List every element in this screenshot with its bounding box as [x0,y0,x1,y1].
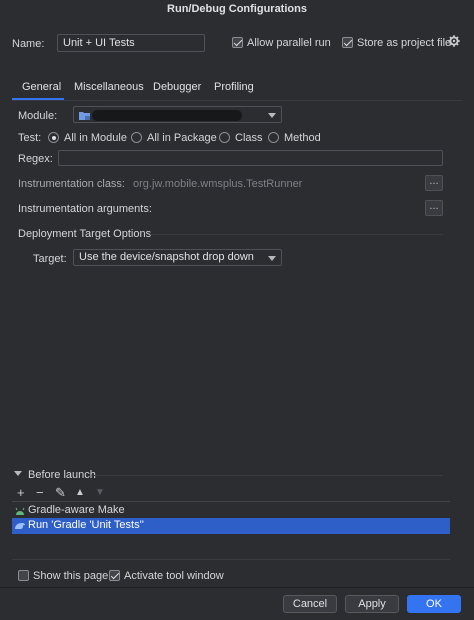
module-label: Module: [18,110,58,122]
show-page-checkbox[interactable] [18,570,29,581]
radio-all-in-package-label[interactable]: All in Package [147,132,217,144]
list-item-label: Run 'Gradle 'Unit Tests'' [28,519,144,531]
chevron-down-icon [268,113,276,118]
target-combo[interactable]: Use the device/snapshot drop down [73,249,282,266]
store-as-file-checkbox[interactable] [342,37,353,48]
footer-divider [0,587,474,588]
dialog-title: Run/Debug Configurations [0,0,474,18]
allow-parallel-label[interactable]: Allow parallel run [247,37,331,49]
tab-general[interactable]: General [12,80,64,100]
add-icon[interactable]: + [17,486,25,499]
apply-button[interactable]: Apply [345,595,399,613]
instrumentation-args-label: Instrumentation arguments: [18,203,152,215]
activate-tool-checkbox[interactable] [109,570,120,581]
android-icon [15,506,25,515]
radio-class[interactable] [219,132,230,143]
radio-all-in-package[interactable] [131,132,142,143]
instrumentation-class-label: Instrumentation class: [18,178,125,190]
edit-icon[interactable]: ✎ [55,486,66,499]
remove-icon[interactable]: − [36,486,44,499]
deployment-section-title: Deployment Target Options [18,228,152,240]
tab-miscellaneous[interactable]: Miscellaneous [74,80,144,100]
radio-method[interactable] [268,132,279,143]
target-label: Target: [33,253,67,265]
move-up-icon[interactable]: ▲ [75,487,85,499]
radio-method-label[interactable]: Method [284,132,321,144]
cancel-button[interactable]: Cancel [283,595,337,613]
activate-tool-label[interactable]: Activate tool window [124,570,224,582]
collapse-chevron-icon[interactable] [14,471,22,476]
target-combo-value: Use the device/snapshot drop down [79,251,254,263]
deployment-divider [150,234,443,235]
allow-parallel-checkbox[interactable] [232,37,243,48]
gradle-icon [14,521,26,531]
instrumentation-args-browse-button[interactable]: ... [425,200,443,216]
show-page-label[interactable]: Show this page [33,570,108,582]
ok-button[interactable]: OK [407,595,461,613]
run-debug-dialog: Run/Debug Configurations Name: Unit + UI… [0,0,474,620]
list-item[interactable]: Run 'Gradle 'Unit Tests'' [12,518,450,534]
radio-all-in-module-label[interactable]: All in Module [64,132,127,144]
before-launch-list-top-border [12,501,450,502]
tab-debugger[interactable]: Debugger [153,80,201,100]
list-item-label: Gradle-aware Make [28,504,125,516]
instrumentation-class-browse-button[interactable]: ... [425,175,443,191]
name-label: Name: [12,38,45,50]
name-input-value: Unit + UI Tests [63,37,135,49]
regex-label: Regex: [18,153,53,165]
test-label: Test: [18,132,42,144]
module-folder-icon [79,110,90,120]
regex-input[interactable] [58,150,443,166]
move-down-icon: ▼ [95,487,105,498]
radio-all-in-module[interactable] [48,132,59,143]
name-input[interactable]: Unit + UI Tests [57,34,205,52]
before-launch-divider [94,475,443,476]
list-item[interactable]: Gradle-aware Make [12,503,450,519]
chevron-down-icon [268,256,276,261]
store-as-file-label[interactable]: Store as project file [357,37,451,49]
radio-class-label[interactable]: Class [235,132,263,144]
module-value-redacted [92,110,242,121]
gear-icon[interactable] [448,35,460,47]
before-launch-list-body [12,534,450,560]
before-launch-title[interactable]: Before launch [28,469,96,481]
tabs-divider [12,100,462,101]
instrumentation-class-value: org.jw.mobile.wmsplus.TestRunner [133,178,303,190]
module-combo[interactable] [73,106,282,123]
tab-profiling[interactable]: Profiling [214,80,254,100]
